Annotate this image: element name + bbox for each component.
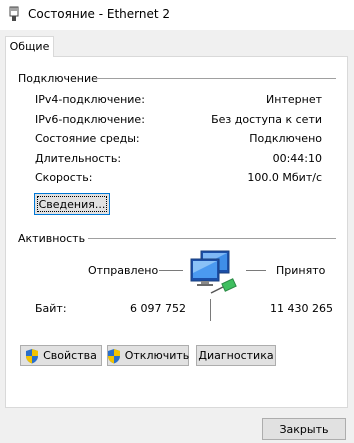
- close-button[interactable]: Закрыть: [262, 418, 346, 440]
- bytes-label: Байт:: [35, 302, 67, 315]
- connection-divider: [96, 78, 336, 79]
- shield-icon: [107, 348, 120, 363]
- window-title: Состояние - Ethernet 2: [28, 7, 170, 21]
- network-adapter-icon: [9, 6, 19, 21]
- network-computers-icon: [190, 250, 237, 294]
- bytes-separator: [210, 299, 211, 321]
- details-button[interactable]: Сведения...: [34, 193, 110, 215]
- tab-strip: Общие: [0, 30, 354, 57]
- sent-connector-line: [159, 270, 183, 271]
- general-tab-panel: Подключение IPv4-подключение: Интернет I…: [5, 56, 348, 408]
- properties-button-label: Свойства: [43, 349, 97, 362]
- tab-general[interactable]: Общие: [5, 36, 54, 57]
- activity-divider: [88, 238, 336, 239]
- shield-icon: [26, 348, 39, 363]
- activity-heading: Активность: [18, 232, 86, 245]
- media-state-label: Состояние среды:: [35, 132, 140, 145]
- title-bar: Состояние - Ethernet 2: [0, 0, 354, 30]
- media-state-value: Подключено: [249, 132, 322, 145]
- ipv4-label: IPv4-подключение:: [35, 93, 145, 106]
- sent-label: Отправлено: [88, 264, 159, 277]
- duration-value: 00:44:10: [272, 152, 322, 165]
- ipv6-label: IPv6-подключение:: [35, 113, 145, 126]
- speed-label: Скорость:: [35, 171, 93, 184]
- bytes-sent-value: 6 097 752: [130, 302, 186, 315]
- diagnose-button[interactable]: Диагностика: [196, 345, 276, 366]
- connection-heading: Подключение: [18, 72, 98, 85]
- ipv6-value: Без доступа к сети: [211, 113, 322, 126]
- disable-button[interactable]: Отключить: [107, 345, 189, 366]
- duration-label: Длительность:: [35, 152, 122, 165]
- ipv4-value: Интернет: [266, 93, 322, 106]
- properties-button[interactable]: Свойства: [20, 345, 102, 366]
- speed-value: 100.0 Мбит/с: [247, 171, 322, 184]
- bytes-received-value: 11 430 265: [270, 302, 333, 315]
- received-connector-line: [246, 270, 266, 271]
- disable-button-label: Отключить: [124, 349, 190, 362]
- received-label: Принято: [276, 264, 326, 277]
